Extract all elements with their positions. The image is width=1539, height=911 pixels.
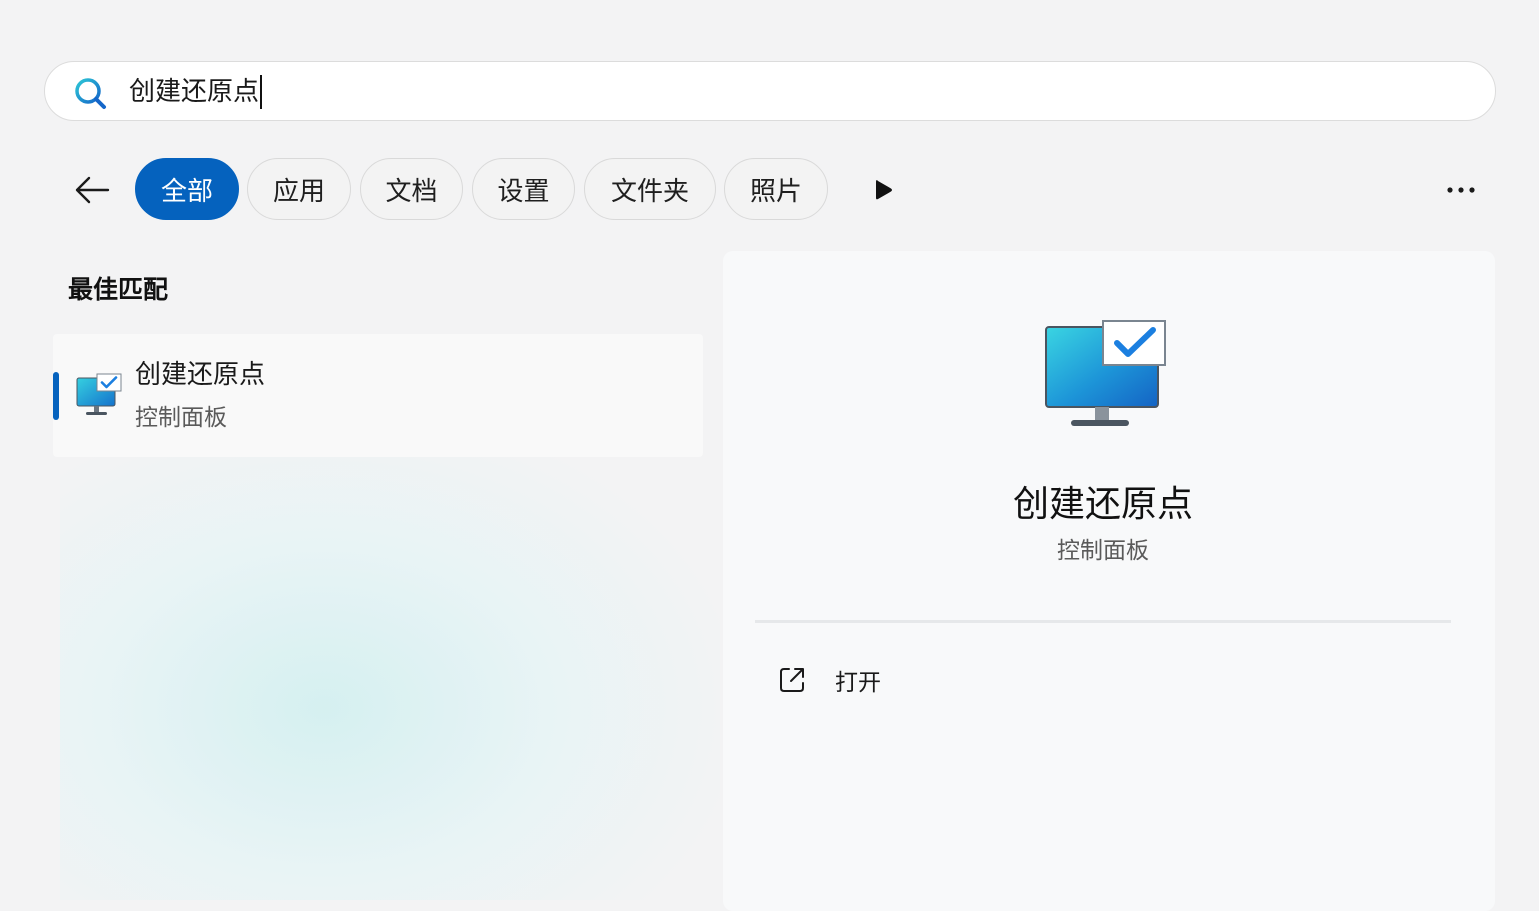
- search-input-value: 创建还原点: [129, 77, 260, 107]
- filter-chip-documents[interactable]: 文档: [360, 158, 463, 220]
- monitor-check-icon: [76, 373, 122, 415]
- best-match-heading: 最佳匹配: [68, 275, 169, 304]
- search-icon: [75, 78, 106, 109]
- filter-chip-label: 设置: [497, 176, 550, 207]
- filter-chip-folders[interactable]: 文件夹: [584, 158, 716, 220]
- filter-chip-apps[interactable]: 应用: [247, 158, 351, 220]
- monitor-check-icon: [1045, 320, 1166, 426]
- filter-chip-label: 应用: [272, 176, 325, 207]
- back-button[interactable]: [70, 168, 114, 212]
- play-icon: [876, 180, 892, 200]
- filter-chip-label: 文件夹: [610, 176, 689, 207]
- more-filters-button[interactable]: [866, 172, 902, 208]
- text-caret: [260, 75, 263, 109]
- filter-chip-settings[interactable]: 设置: [472, 158, 575, 220]
- background-glow: [60, 420, 720, 900]
- result-title: 创建还原点: [135, 360, 266, 390]
- filter-chip-label: 照片: [749, 176, 802, 207]
- result-subtitle: 控制面板: [135, 405, 227, 431]
- detail-panel: 创建还原点 控制面板 打开: [723, 251, 1495, 911]
- open-action-label: 打开: [835, 670, 881, 696]
- filter-chip-all[interactable]: 全部: [135, 158, 239, 220]
- options-button[interactable]: [1436, 170, 1486, 210]
- filter-chip-label: 全部: [160, 176, 213, 207]
- search-input[interactable]: 创建还原点: [129, 70, 1429, 114]
- best-match-result[interactable]: 创建还原点 控制面板: [53, 334, 703, 457]
- more-horizontal-icon: [1447, 187, 1475, 193]
- selection-indicator: [53, 372, 59, 420]
- detail-divider: [755, 620, 1451, 623]
- filter-chip-photos[interactable]: 照片: [724, 158, 828, 220]
- open-action-button[interactable]: 打开: [775, 655, 1075, 705]
- detail-title: 创建还原点: [1012, 484, 1193, 525]
- open-external-icon: [780, 668, 804, 692]
- search-bar[interactable]: 创建还原点: [44, 61, 1496, 121]
- filter-chip-label: 文档: [385, 176, 438, 207]
- back-arrow-icon: [75, 176, 110, 204]
- detail-subtitle: 控制面板: [1057, 538, 1149, 564]
